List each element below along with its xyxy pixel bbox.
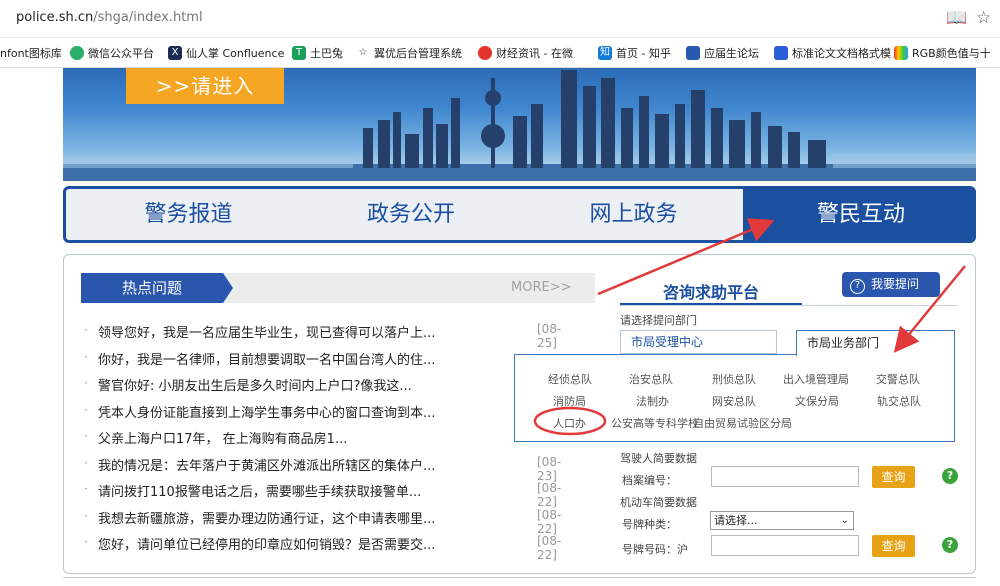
ask-question-button[interactable]: ? 我要提问 — [842, 272, 940, 297]
list-item[interactable]: · 父亲上海户口17年， 在上海购有商品房1... — [81, 428, 581, 455]
consult-platform-title: 咨询求助平台 — [620, 279, 802, 305]
bookmark-item[interactable]: RGB颜色值与十 — [894, 45, 991, 61]
dept-option[interactable]: 法制办 — [636, 393, 669, 409]
dept-option[interactable]: 轨交总队 — [877, 393, 921, 409]
star-icon: ☆ — [358, 47, 368, 58]
help-icon[interactable]: ? — [942, 537, 958, 553]
next-section-edge — [63, 577, 976, 586]
dept-option[interactable]: 网安总队 — [712, 393, 756, 409]
dept-option[interactable]: 公安高等专科学校 — [611, 415, 699, 431]
tab-police-news[interactable]: 警务报道 — [66, 189, 311, 240]
bookmark-item[interactable]: nfont图标库 — [0, 45, 62, 61]
dept-option[interactable]: 自由贸易试验区分局 — [693, 415, 792, 431]
dept-option[interactable]: 出入境管理局 — [783, 371, 849, 387]
question-icon: ? — [850, 279, 865, 294]
bookmark-item[interactable]: 知首页 - 知乎 — [598, 45, 671, 61]
dept-option[interactable]: 文保分局 — [795, 393, 839, 409]
list-item[interactable]: · 我想去新疆旅游，需要办理边防通行证，这个申请表哪里... [08-22] — [81, 508, 581, 536]
tab-police-public-interaction[interactable]: 警民互动 — [743, 189, 973, 240]
bookmark-item[interactable]: 微信公众平台 — [70, 45, 154, 61]
main-nav: 警务报道 政务公开 网上政务 警民互动 — [63, 186, 976, 243]
dept-option[interactable]: 治安总队 — [629, 371, 673, 387]
dept-option[interactable]: 消防局 — [553, 393, 586, 409]
list-item[interactable]: · 警官你好: 小朋友出生后是多久时间内上户口?像我这... — [81, 375, 581, 402]
driver-query-button[interactable]: 查询 — [872, 466, 915, 488]
bookmark-item[interactable]: X 仙人掌 Confluence — [168, 45, 284, 61]
reading-mode-icon[interactable]: 📖 — [946, 8, 967, 28]
baidu-icon — [774, 46, 788, 60]
more-link[interactable]: MORE>> — [511, 280, 571, 295]
archive-number-input[interactable] — [711, 466, 859, 487]
hot-topics-list: · 领导您好，我是一名应届生毕业生，现已查得可以落户上... [08-25] · 你好… — [81, 322, 581, 562]
list-item[interactable]: · 领导您好，我是一名应届生毕业生，现已查得可以落户上... [08-25] — [81, 322, 581, 350]
address-bar[interactable]: police.sh.cn/shga/index.html 📖 ☆ — [0, 0, 1000, 38]
bookmark-item[interactable]: T 土巴兔 — [292, 45, 343, 61]
tab-business-dept[interactable]: 市局业务部门 — [796, 330, 955, 356]
chevron-down-icon: ⌄ — [840, 515, 849, 526]
vehicle-data-title: 机动车简要数据 — [620, 496, 697, 509]
bookmark-item[interactable]: 标准论文文档格式模 — [774, 45, 891, 61]
driver-data-title: 驾驶人简要数据 — [620, 452, 697, 465]
dept-dropdown: 经侦总队 治安总队 刑侦总队 出入境管理局 交警总队 消防局 法制办 网安总队 … — [514, 354, 955, 442]
list-item[interactable]: · 您好，请问单位已经停用的印章应如何销毁？是否需要交... [08-22] — [81, 534, 581, 562]
bookmark-item[interactable]: 应届生论坛 — [686, 45, 759, 61]
tab-government-affairs[interactable]: 政务公开 — [296, 189, 526, 240]
vehicle-query-button[interactable]: 查询 — [872, 535, 915, 557]
list-item[interactable]: · 凭本人身份证能直接到上海学生事务中心的窗口查询到本... — [81, 402, 581, 429]
divider — [620, 305, 958, 306]
zhihu-icon: 知 — [598, 46, 612, 60]
bookmarks-bar: nfont图标库 微信公众平台 X 仙人掌 Confluence T 土巴兔 ☆ 翼优… — [0, 38, 1000, 68]
dept-option[interactable]: 人口办 — [553, 415, 586, 431]
weibo-icon — [478, 46, 492, 60]
plate-type-select[interactable]: 请选择... ⌄ — [710, 511, 854, 530]
plate-number-input[interactable] — [711, 535, 859, 556]
bookmark-item[interactable]: 财经资讯 - 在微 — [478, 45, 573, 61]
list-item[interactable]: · 你好，我是一名律师，目前想要调取一名中国台湾人的住... — [81, 349, 581, 376]
hot-topics-title: 热点问题 — [81, 273, 223, 303]
favorite-star-icon[interactable]: ☆ — [976, 8, 991, 28]
dept-option[interactable]: 刑侦总队 — [712, 371, 756, 387]
enter-button[interactable]: >>请进入 — [126, 68, 284, 104]
tubatu-icon: T — [292, 46, 306, 60]
help-icon[interactable]: ? — [942, 468, 958, 484]
dept-option[interactable]: 交警总队 — [876, 371, 920, 387]
tab-online-services[interactable]: 网上政务 — [521, 189, 746, 240]
wechat-icon — [70, 46, 84, 60]
plate-number-label: 号牌号码：沪 — [622, 543, 688, 556]
plate-type-label: 号牌种类： — [622, 518, 677, 531]
confluence-icon: X — [168, 46, 182, 60]
url-text[interactable]: police.sh.cn/shga/index.html — [16, 10, 203, 25]
rainbow-icon — [894, 46, 908, 60]
list-item[interactable]: · 我的情况是：去年落户于黄浦区外滩派出所辖区的集体户... [08-23] — [81, 455, 581, 483]
bookmark-item[interactable]: ☆ 翼优后台管理系统 — [356, 45, 462, 61]
archive-number-label: 档案编号： — [622, 474, 677, 487]
select-dept-label: 请选择提问部门 — [620, 314, 697, 327]
forum-icon — [686, 46, 700, 60]
list-item[interactable]: · 请问拨打110报警电话之后，需要哪些手续获取接警单... [08-22] — [81, 481, 581, 509]
hot-title-arrow — [223, 273, 233, 303]
dept-option[interactable]: 经侦总队 — [548, 371, 592, 387]
tab-city-center[interactable]: 市局受理中心 — [620, 330, 777, 354]
